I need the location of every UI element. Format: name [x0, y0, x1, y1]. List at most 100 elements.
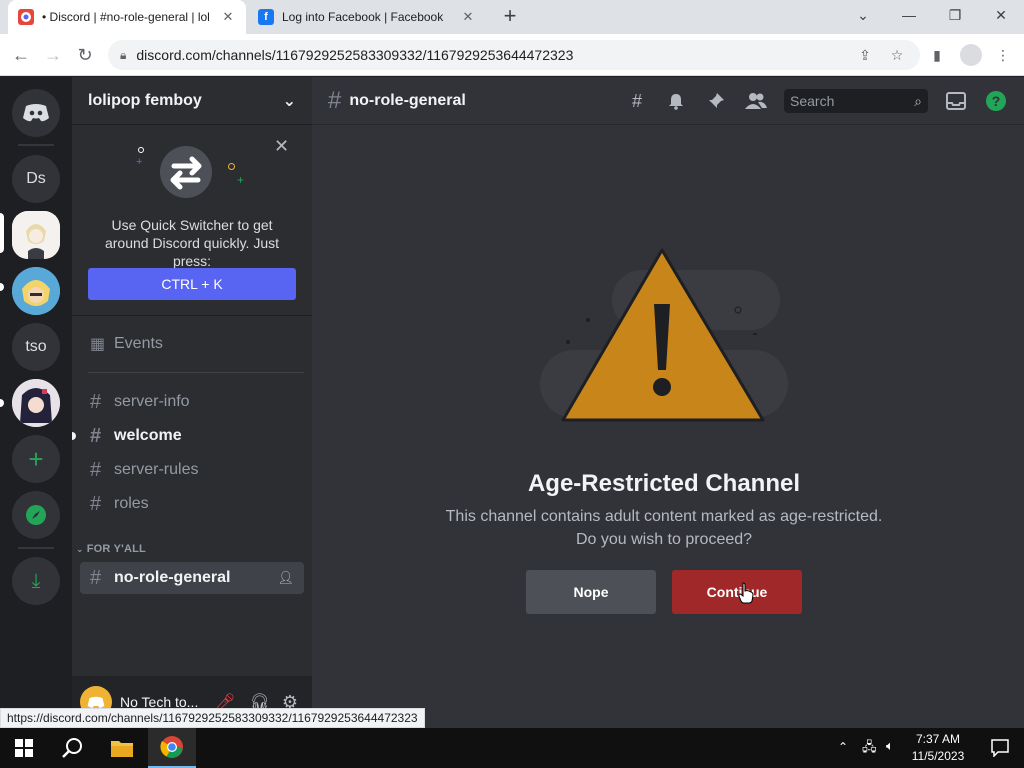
hashtag-icon: # [90, 390, 102, 413]
hand-cursor-icon [738, 582, 754, 609]
notifications-icon[interactable] [976, 728, 1024, 768]
hashtag-icon: # [328, 86, 342, 114]
continue-button[interactable]: Continue [672, 570, 802, 614]
search-icon[interactable] [48, 728, 96, 768]
network-icon[interactable]: 🖧︎ [862, 738, 877, 760]
svg-text:?: ? [992, 93, 1001, 109]
events-item[interactable]: ▦ Events [80, 328, 304, 360]
hashtag-icon: # [90, 424, 102, 447]
quick-switcher-arrows-icon [156, 142, 216, 202]
hashtag-icon: # [90, 492, 102, 515]
search-placeholder: Search [790, 93, 835, 109]
side-panel-icon[interactable]: ▮ [928, 46, 946, 64]
threads-icon[interactable]: # [625, 89, 649, 113]
browser-tab-strip: • Discord | #no-role-general | lol ✕ f L… [0, 0, 1024, 34]
channel-server-info[interactable]: # server-info [80, 386, 304, 418]
channel-label: no-role-general [114, 569, 231, 586]
share-icon[interactable]: ⇪ [856, 46, 874, 64]
download-apps-icon[interactable]: ⤓ [12, 557, 60, 605]
unread-pill [72, 432, 76, 440]
profile-avatar-icon[interactable] [960, 44, 982, 66]
sparkle-icon: + [237, 173, 245, 187]
close-tab-icon[interactable]: ✕ [220, 9, 236, 25]
menu-kebab-icon[interactable]: ⋮ [994, 46, 1012, 64]
chrome-taskbar-icon[interactable] [148, 728, 196, 768]
minimize-icon[interactable]: — [886, 0, 932, 30]
discord-home-icon[interactable] [12, 89, 60, 137]
hashtag-icon: # [90, 566, 102, 589]
bell-icon[interactable] [664, 89, 688, 113]
selected-server-pill [0, 213, 4, 253]
volume-muted-icon[interactable]: 🔈︎ [886, 738, 894, 754]
tab-discord[interactable]: • Discord | #no-role-general | lol ✕ [8, 0, 246, 34]
sparkle-icon [138, 147, 144, 153]
windows-start-icon[interactable] [0, 728, 48, 768]
tab-search-icon[interactable]: ⌄ [840, 0, 886, 30]
calendar-icon: ▦ [90, 336, 106, 353]
close-window-icon[interactable]: ✕ [978, 0, 1024, 30]
url-text: discord.com/channels/1167929252583309332… [136, 47, 574, 63]
warning-illustration [538, 242, 790, 442]
add-server-icon[interactable]: + [12, 435, 60, 483]
category-header[interactable]: ⌄ FOR Y'ALL [76, 543, 146, 555]
search-input[interactable]: Search ⌕ [784, 89, 928, 113]
windows-taskbar: ⌃ 🖧︎ 🔈︎ 7:37 AM 11/5/2023 [0, 728, 1024, 768]
channel-server-rules[interactable]: # server-rules [80, 454, 304, 486]
channel-no-role-general[interactable]: # no-role-general 👤︎ [80, 562, 304, 594]
tab-facebook[interactable]: f Log into Facebook | Facebook ✕ [248, 0, 486, 34]
age-restricted-title: Age-Restricted Channel [527, 470, 801, 497]
browser-toolbar: ← → ↻ 🔒︎ discord.com/channels/1167929252… [0, 34, 1024, 76]
member-list-icon[interactable] [744, 89, 768, 113]
taskbar-clock[interactable]: 7:37 AM 11/5/2023 [900, 728, 976, 768]
close-icon[interactable]: ✕ [274, 136, 289, 157]
separator [18, 547, 54, 549]
separator [88, 372, 304, 373]
create-invite-icon[interactable]: 👤︎ [277, 570, 294, 586]
server-lolipop-femboy[interactable] [12, 211, 60, 259]
channel-sidebar: lolipop femboy ⌄ ✕ + + Use Quick Switche… [72, 77, 312, 728]
tab-title: • Discord | #no-role-general | lol [42, 10, 210, 24]
server-list: Ds tso + ⤓ [0, 77, 72, 728]
channel-title: no-role-general [349, 91, 466, 109]
server-name: lolipop femboy [88, 91, 202, 109]
address-bar[interactable]: 🔒︎ discord.com/channels/1167929252583309… [108, 40, 920, 70]
explore-servers-icon[interactable] [12, 491, 60, 539]
quick-switcher-shortcut-button[interactable]: CTRL + K [88, 268, 296, 300]
bookmark-star-icon[interactable]: ☆ [888, 46, 906, 64]
unread-pill [0, 283, 4, 291]
back-icon[interactable]: ← [6, 40, 36, 70]
channel-roles[interactable]: # roles [80, 488, 304, 520]
search-icon: ⌕ [914, 92, 922, 109]
server-header[interactable]: lolipop femboy ⌄ [72, 77, 312, 125]
help-icon[interactable]: ? [984, 89, 1008, 113]
channel-welcome[interactable]: # welcome [80, 420, 304, 452]
server-ds[interactable]: Ds [12, 155, 60, 203]
time: 7:37 AM [915, 732, 961, 746]
age-restricted-description: This channel contains adult content mark… [312, 505, 1016, 551]
nope-button[interactable]: Nope [526, 570, 656, 614]
link-status-bar: https://discord.com/channels/11679292525… [0, 708, 425, 728]
server-tso[interactable]: tso [12, 323, 60, 371]
file-explorer-icon[interactable] [98, 728, 146, 768]
channel-label: roles [114, 495, 149, 512]
unread-pill [0, 399, 4, 407]
hashtag-icon: # [90, 458, 102, 481]
date: 11/5/2023 [911, 749, 965, 763]
events-label: Events [114, 335, 163, 352]
quick-switcher-card: ✕ + + Use Quick Switcher to get around D… [72, 126, 312, 316]
restore-icon[interactable]: ❐ [932, 0, 978, 30]
lock-icon: 🔒︎ [120, 47, 127, 62]
pin-icon[interactable] [704, 89, 728, 113]
server-avatar-4[interactable] [12, 379, 60, 427]
server-avatar-2[interactable] [12, 267, 60, 315]
show-hidden-icons-icon[interactable]: ⌃ [838, 740, 848, 754]
new-tab-button[interactable]: + [498, 5, 522, 29]
forward-icon[interactable]: → [38, 40, 68, 70]
discord-favicon-icon [18, 9, 34, 25]
channel-label: welcome [114, 427, 182, 444]
reload-icon[interactable]: ↻ [70, 40, 100, 70]
discord-app: Ds tso + ⤓ lolipop femboy ⌄ ✕ + + Use Qu… [0, 77, 1024, 728]
facebook-favicon-icon: f [258, 9, 274, 25]
close-tab-icon[interactable]: ✕ [460, 9, 476, 25]
inbox-icon[interactable] [944, 89, 968, 113]
